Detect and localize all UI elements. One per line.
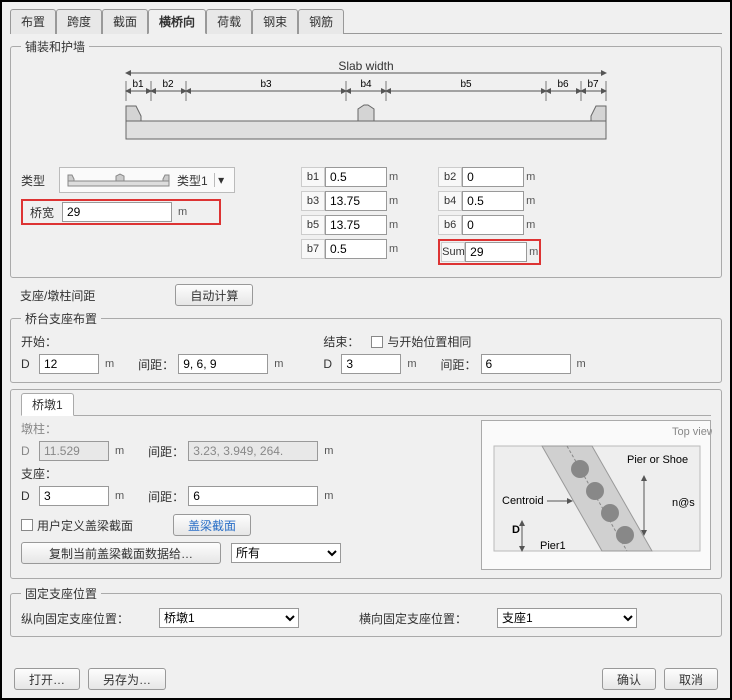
svg-text:Slab width: Slab width bbox=[338, 61, 393, 73]
sum-input[interactable] bbox=[465, 242, 527, 262]
user-cap-section-checkbox[interactable]: 用户定义盖梁截面 bbox=[21, 517, 133, 534]
tab-section[interactable]: 截面 bbox=[102, 9, 148, 34]
type-label: 类型 bbox=[21, 172, 55, 189]
svg-text:Centroid: Centroid bbox=[502, 495, 544, 507]
pier-col-D-label: D bbox=[21, 444, 35, 458]
svg-text:Top view: Top view bbox=[672, 426, 712, 438]
sum-label: Sum bbox=[441, 242, 465, 262]
long-fixed-select[interactable]: 桥墩1 bbox=[159, 608, 299, 628]
ok-button[interactable]: 确认 bbox=[602, 668, 656, 690]
svg-text:b4: b4 bbox=[360, 79, 372, 90]
b7-input[interactable] bbox=[325, 239, 387, 259]
tab-rebar[interactable]: 钢筋 bbox=[298, 9, 344, 34]
group-pavement-barrier: 铺装和护墙 Slab width bbox=[10, 38, 722, 278]
open-button[interactable]: 打开… bbox=[14, 668, 80, 690]
b1-label: b1 bbox=[301, 167, 325, 187]
pier-col-D-input bbox=[39, 441, 109, 461]
pier-col-gap-input bbox=[188, 441, 318, 461]
end-D-label: D bbox=[323, 357, 337, 371]
end-gap-label: 间距： bbox=[441, 356, 477, 373]
start-gap-label: 间距： bbox=[138, 356, 174, 373]
group-pavement-legend: 铺装和护墙 bbox=[21, 38, 89, 55]
b3-label: b3 bbox=[301, 191, 325, 211]
tab-tendon[interactable]: 钢束 bbox=[252, 9, 298, 34]
pier-seat-gap-input[interactable] bbox=[188, 486, 318, 506]
group-abutment: 桥台支座布置 开始： D m 间距： m 结束： 与开始位置相同 bbox=[10, 310, 722, 383]
b2-label: b2 bbox=[438, 167, 462, 187]
end-D-input[interactable] bbox=[341, 354, 401, 374]
b1-input[interactable] bbox=[325, 167, 387, 187]
group-pier: 桥墩1 墩柱： D m 间距： m 支座： D m 间距： bbox=[10, 389, 722, 579]
group-fixed-bearing: 固定支座位置 纵向固定支座位置： 桥墩1 横向固定支座位置： 支座1 bbox=[10, 585, 722, 637]
abutment-legend: 桥台支座布置 bbox=[21, 310, 101, 327]
b6-label: b6 bbox=[438, 215, 462, 235]
b6-input[interactable] bbox=[462, 215, 524, 235]
trans-fixed-select[interactable]: 支座1 bbox=[497, 608, 637, 628]
b3-input[interactable] bbox=[325, 191, 387, 211]
tab-layout[interactable]: 布置 bbox=[10, 9, 56, 34]
cap-section-button[interactable]: 盖梁截面 bbox=[173, 514, 251, 536]
main-tabs: 布置 跨度 截面 横桥向 荷载 钢束 钢筋 bbox=[10, 8, 722, 34]
trans-fixed-label: 横向固定支座位置： bbox=[359, 610, 467, 627]
footer-buttons: 打开… 另存为… 确认 取消 bbox=[14, 668, 718, 690]
b2-input[interactable] bbox=[462, 167, 524, 187]
pier-seat-D-label: D bbox=[21, 489, 35, 503]
start-gap-input[interactable] bbox=[178, 354, 268, 374]
b5-label: b5 bbox=[301, 215, 325, 235]
start-D-label: D bbox=[21, 357, 35, 371]
cancel-button[interactable]: 取消 bbox=[664, 668, 718, 690]
pier-seat-gap-label: 间距： bbox=[148, 488, 184, 505]
copy-cap-data-button[interactable]: 复制当前盖梁截面数据给… bbox=[21, 542, 221, 564]
b4-label: b4 bbox=[438, 191, 462, 211]
pier-seat-label: 支座： bbox=[21, 465, 471, 482]
type-selector[interactable]: 类型1 ▾ bbox=[59, 167, 235, 193]
topview-diagram: Top view Pier or Shoe Centroid n@s D Pie bbox=[481, 420, 711, 570]
svg-text:n@s: n@s bbox=[672, 497, 695, 509]
save-as-button[interactable]: 另存为… bbox=[88, 668, 166, 690]
slab-diagram: Slab width b1 b2 bbox=[106, 61, 626, 161]
start-D-input[interactable] bbox=[39, 354, 99, 374]
svg-text:D: D bbox=[512, 524, 520, 536]
b5-input[interactable] bbox=[325, 215, 387, 235]
long-fixed-label: 纵向固定支座位置： bbox=[21, 610, 129, 627]
chevron-down-icon[interactable]: ▾ bbox=[214, 173, 228, 187]
start-label: 开始： bbox=[21, 333, 283, 350]
svg-text:b5: b5 bbox=[460, 79, 472, 90]
copy-target-select[interactable]: 所有 bbox=[231, 543, 341, 563]
bridge-width-label: 桥宽 bbox=[24, 204, 58, 221]
pier-seat-D-input[interactable] bbox=[39, 486, 109, 506]
svg-text:Pier1: Pier1 bbox=[540, 540, 566, 552]
dimension-grid: b1m b3m b5m b7m b2m b4m b6m Summ bbox=[301, 167, 541, 269]
same-as-start-checkbox[interactable]: 与开始位置相同 bbox=[371, 333, 471, 350]
auto-calc-button[interactable]: 自动计算 bbox=[175, 284, 253, 306]
svg-text:b7: b7 bbox=[587, 79, 599, 90]
pier-tab-1[interactable]: 桥墩1 bbox=[21, 393, 74, 416]
bridge-width-input[interactable] bbox=[62, 202, 172, 222]
fixed-legend: 固定支座位置 bbox=[21, 585, 101, 602]
bridge-width-unit: m bbox=[178, 206, 187, 218]
tab-transverse[interactable]: 横桥向 bbox=[148, 9, 206, 34]
spacing-label: 支座/墩柱间距 bbox=[20, 287, 95, 304]
tab-load[interactable]: 荷载 bbox=[206, 9, 252, 34]
svg-text:Pier or Shoe: Pier or Shoe bbox=[627, 454, 688, 466]
pier-column-label: 墩柱： bbox=[21, 420, 471, 437]
end-label: 结束： bbox=[323, 333, 359, 350]
svg-text:b2: b2 bbox=[162, 79, 174, 90]
pier-col-gap-label: 间距： bbox=[148, 443, 184, 460]
svg-text:b6: b6 bbox=[557, 79, 569, 90]
end-gap-input[interactable] bbox=[481, 354, 571, 374]
svg-text:b3: b3 bbox=[260, 79, 272, 90]
dialog-window: 布置 跨度 截面 横桥向 荷载 钢束 钢筋 铺装和护墙 Slab width bbox=[0, 0, 732, 700]
svg-text:b1: b1 bbox=[132, 79, 144, 90]
b4-input[interactable] bbox=[462, 191, 524, 211]
b7-label: b7 bbox=[301, 239, 325, 259]
tab-span[interactable]: 跨度 bbox=[56, 9, 102, 34]
